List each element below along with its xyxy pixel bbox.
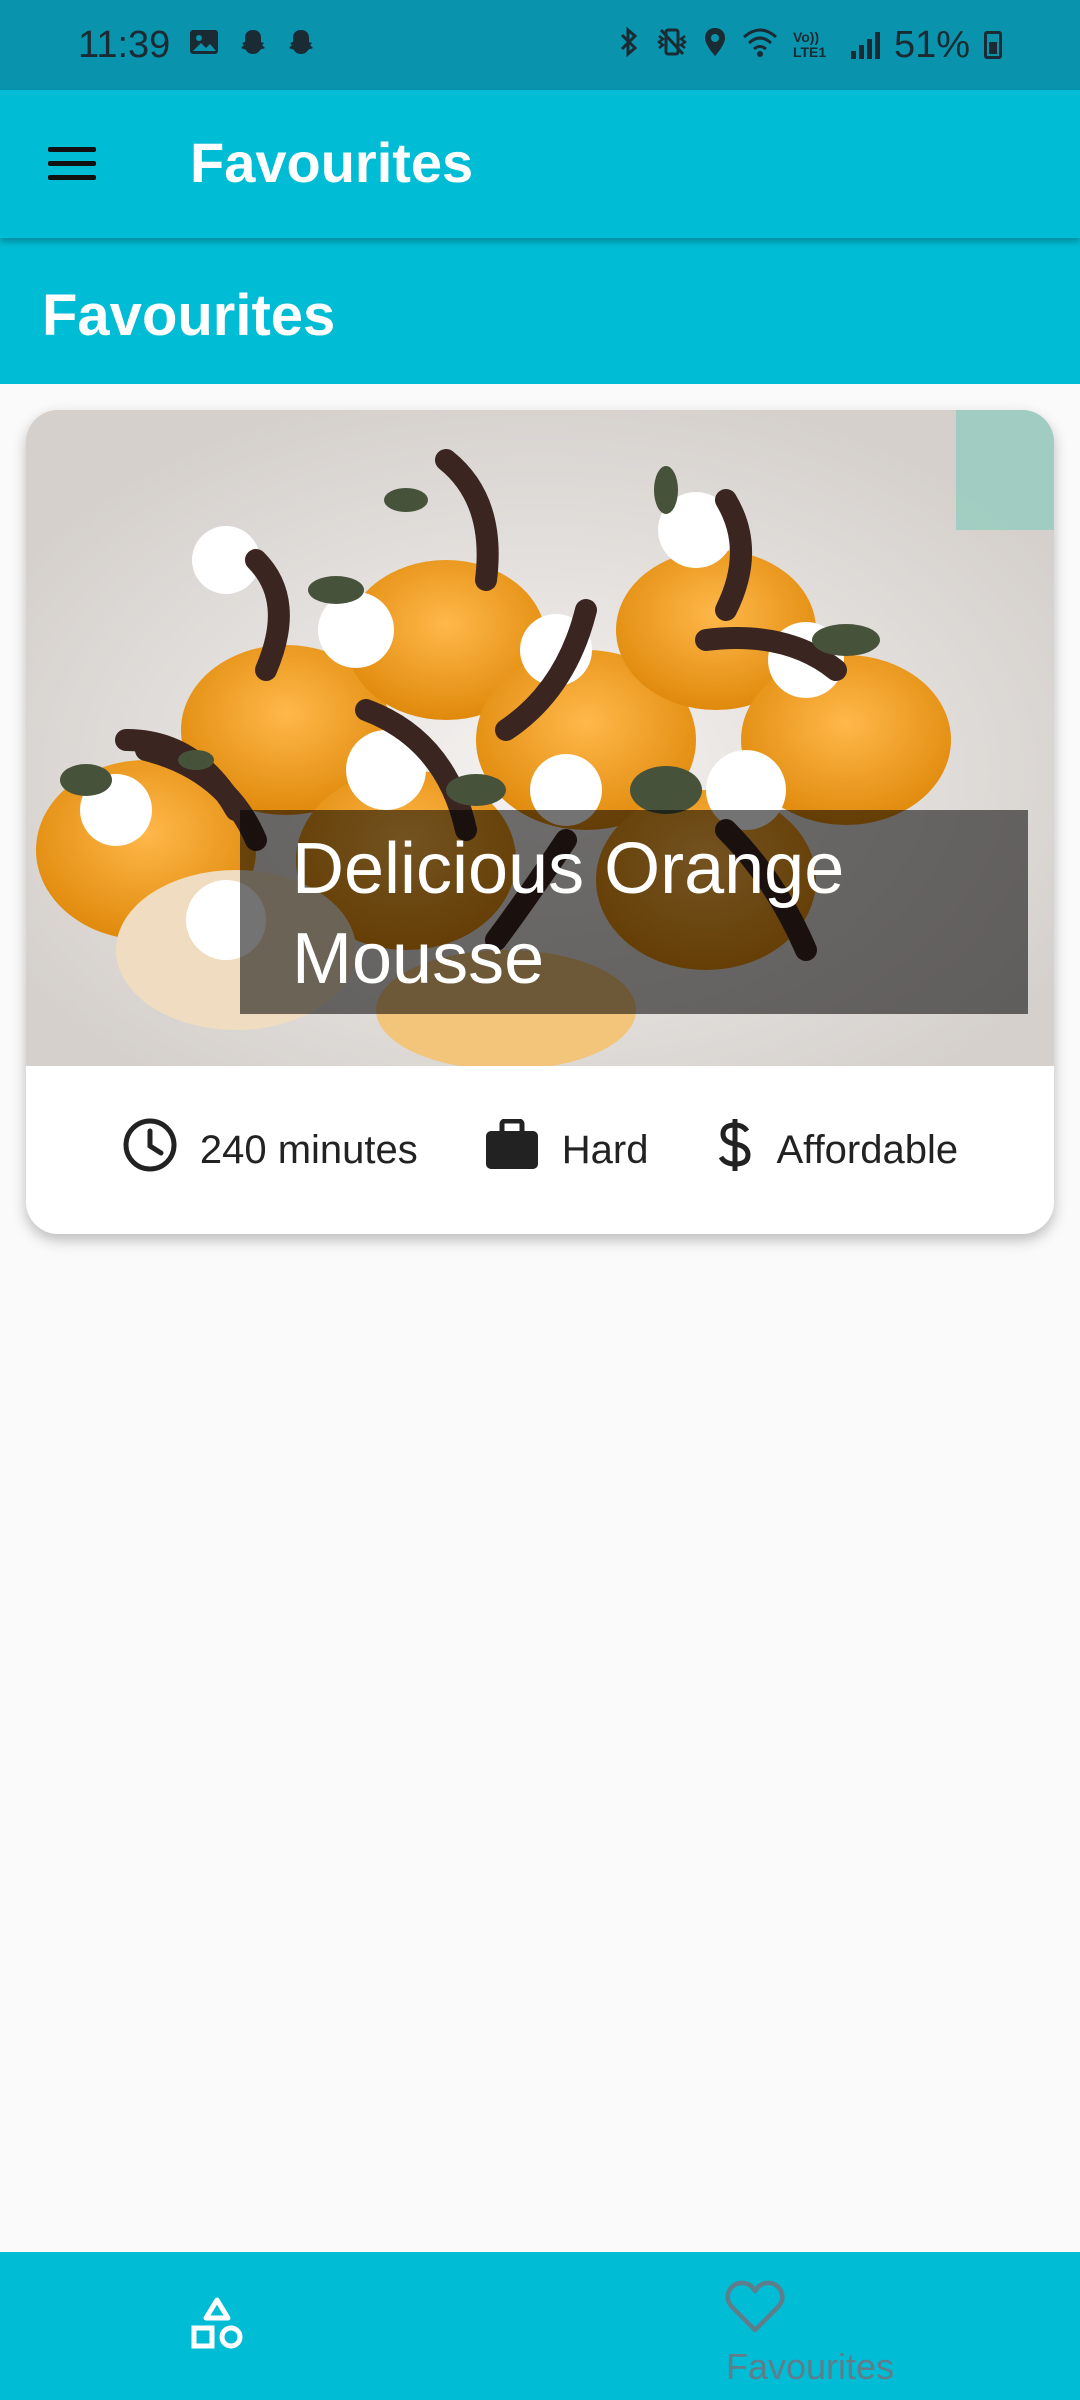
bottom-navigation: Favourites <box>0 2252 1080 2400</box>
snapchat-icon <box>286 27 316 63</box>
location-icon <box>703 26 727 64</box>
status-right: Vo)) LTE1 51% <box>617 24 1002 67</box>
categories-shapes-icon <box>190 2296 244 2357</box>
meal-title: Delicious Orange Mousse <box>240 810 1028 1014</box>
heart-outline-icon <box>725 2280 785 2339</box>
duration-info: 240 minutes <box>122 1117 418 1183</box>
clock-icon <box>122 1117 178 1183</box>
duration-label: 240 minutes <box>199 1127 418 1172</box>
app-bar-title: Favourites <box>190 131 474 194</box>
snapchat-icon <box>238 27 268 63</box>
meal-meta-row: 240 minutes Hard Affordable <box>26 1066 1054 1234</box>
status-bar: 11:39 Vo)) LTE1 51% <box>0 0 1080 90</box>
vibrate-icon <box>655 26 689 64</box>
wifi-icon <box>741 26 779 64</box>
section-header: Favourites <box>0 238 1080 384</box>
nav-item-favourites[interactable]: Favourites <box>540 2252 1080 2400</box>
status-left: 11:39 <box>78 24 316 67</box>
hamburger-menu-icon[interactable] <box>48 147 96 181</box>
meal-image: Delicious Orange Mousse <box>26 410 1054 1066</box>
complexity-info: Hard <box>484 1118 649 1181</box>
nav-item-categories[interactable] <box>0 2252 540 2400</box>
affordability-label: Affordable <box>776 1127 959 1172</box>
bluetooth-icon <box>617 26 641 64</box>
gallery-icon <box>188 27 220 63</box>
battery-icon <box>984 31 1002 59</box>
lte-label: Vo)) LTE1 <box>792 29 827 60</box>
nav-label-favourites: Favourites <box>725 2346 895 2387</box>
status-time: 11:39 <box>78 23 171 66</box>
battery-percent: 51% <box>893 23 970 66</box>
section-title: Favourites <box>42 283 336 348</box>
meal-card[interactable]: Delicious Orange Mousse 240 minutes Hard… <box>26 410 1054 1234</box>
signal-icon <box>850 31 880 59</box>
complexity-label: Hard <box>561 1127 649 1172</box>
dollar-icon <box>715 1117 755 1183</box>
app-bar: Favourites <box>0 90 1080 238</box>
briefcase-icon <box>484 1118 540 1181</box>
affordability-info: Affordable <box>715 1117 959 1183</box>
